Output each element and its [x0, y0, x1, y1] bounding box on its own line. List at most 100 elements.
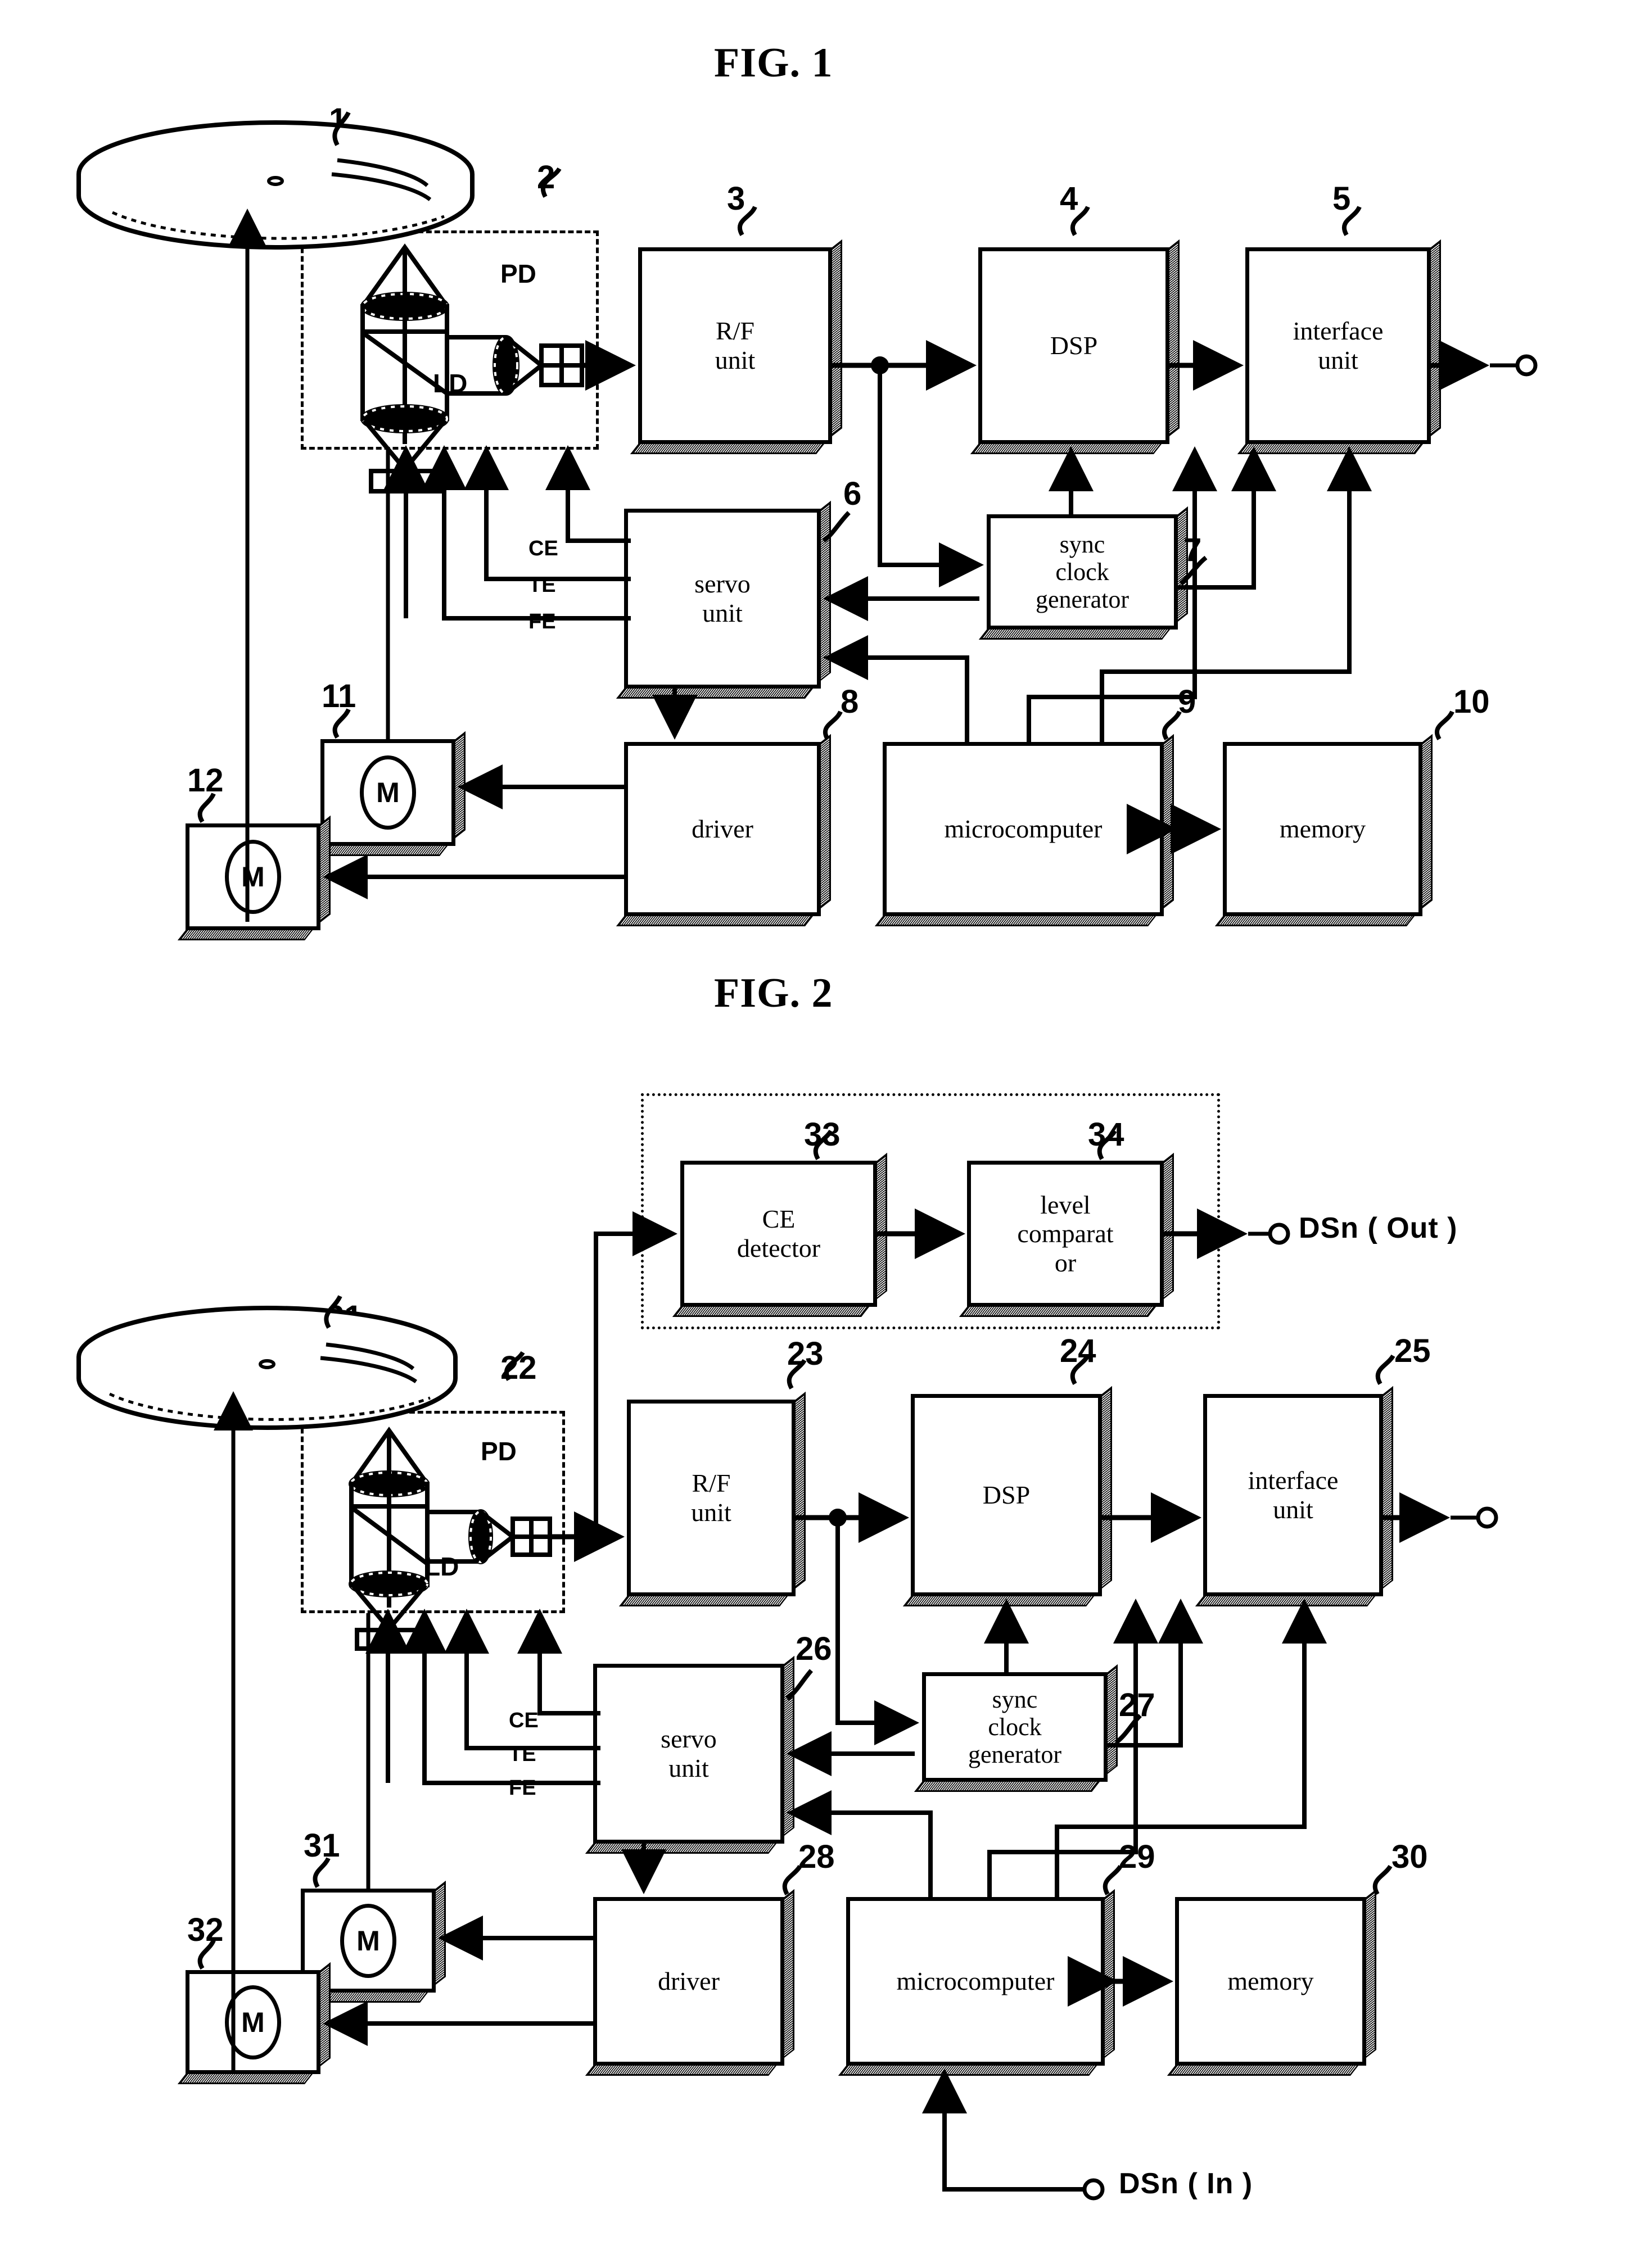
interface-unit-block-fig2[interactable]: interface unit [1203, 1394, 1383, 1596]
ref-number-11: 11 [322, 678, 356, 714]
interface-unit-block-fig1[interactable]: interface unit [1245, 247, 1431, 444]
driver-label: driver [658, 1967, 720, 1996]
level-comparator-line1: level [1040, 1190, 1091, 1219]
ref-number-34: 34 [1088, 1116, 1124, 1153]
microcomputer-block-fig2[interactable]: microcomputer [846, 1897, 1105, 2066]
microcomputer-block-fig1[interactable]: microcomputer [883, 742, 1164, 916]
rf-unit-line1: R/F [715, 316, 755, 346]
servo-unit-block-fig1[interactable]: servo unit [624, 509, 821, 689]
ref-number-21: 21 [326, 1299, 363, 1336]
rf-unit-line2: unit [715, 346, 756, 374]
ce-signal-label-fig2: CE [509, 1709, 539, 1732]
motor-12-label: M [241, 861, 265, 893]
ref-number-6: 6 [843, 476, 862, 512]
interface-unit-line1: interface [1293, 316, 1384, 346]
ref-number-29: 29 [1119, 1839, 1155, 1875]
ref-number-26: 26 [796, 1631, 832, 1667]
te-signal-label-fig2: TE [509, 1742, 536, 1766]
ref-number-33: 33 [804, 1116, 841, 1153]
ref-number-27: 27 [1119, 1687, 1155, 1723]
servo-unit-line2: unit [668, 1754, 709, 1782]
optical-disc-fig2 [76, 1306, 458, 1430]
servo-unit-line1: servo [661, 1724, 717, 1754]
patent-figure-page: FIG. 1 R/F unit DSP interface unit servo un… [0, 0, 1649, 2268]
dsp-block-fig2[interactable]: DSP [911, 1394, 1102, 1596]
servo-unit-line1: servo [694, 569, 751, 599]
motor-symbol: M [360, 755, 416, 830]
sync-clock-line1: sync [992, 1685, 1038, 1713]
motor-31-label: M [356, 1925, 380, 1957]
ref-number-12: 12 [187, 762, 224, 799]
motor-symbol: M [225, 840, 281, 914]
ref-number-10: 10 [1453, 683, 1490, 720]
ref-number-9: 9 [1178, 683, 1196, 720]
te-signal-label-fig1: TE [528, 573, 556, 597]
dsp-label: DSP [1050, 331, 1098, 360]
level-comparator-line2: comparat [1017, 1219, 1114, 1248]
motor-12-block-fig1[interactable]: M [186, 823, 320, 930]
interface-unit-line2: unit [1273, 1495, 1313, 1524]
ref-number-31: 31 [304, 1827, 340, 1864]
microcomputer-label: microcomputer [944, 814, 1103, 844]
optical-pickup-enclosure-fig2 [301, 1411, 565, 1613]
motor-32-block-fig2[interactable]: M [186, 1970, 320, 2074]
ce-detector-block-fig2[interactable]: CE detector [680, 1161, 877, 1307]
optical-disc-fig1 [76, 120, 475, 250]
servo-unit-block-fig2[interactable]: servo unit [593, 1664, 784, 1844]
rf-unit-block-fig1[interactable]: R/F unit [638, 247, 832, 444]
sync-clock-line3: generator [1035, 586, 1130, 614]
ce-detector-line2: detector [737, 1234, 821, 1262]
driver-block-fig1[interactable]: driver [624, 742, 821, 916]
microcomputer-label: microcomputer [896, 1967, 1055, 1996]
ref-number-22: 22 [500, 1350, 537, 1386]
ref-number-5: 5 [1332, 180, 1351, 217]
dsp-label: DSP [982, 1481, 1031, 1510]
optical-pickup-enclosure-fig1 [301, 230, 599, 450]
figure-1-title: FIG. 1 [714, 40, 833, 86]
driver-label: driver [692, 814, 753, 844]
ld-label-fig2: LD [424, 1552, 459, 1581]
ref-number-30: 30 [1392, 1839, 1428, 1875]
dsp-block-fig1[interactable]: DSP [978, 247, 1169, 444]
memory-block-fig1[interactable]: memory [1223, 742, 1422, 916]
ce-detector-line1: CE [762, 1205, 796, 1234]
rf-unit-block-fig2[interactable]: R/F unit [627, 1400, 796, 1596]
sync-clock-generator-block-fig2[interactable]: sync clock generator [922, 1672, 1108, 1782]
motor-symbol: M [225, 1985, 281, 2059]
sync-clock-line3: generator [968, 1741, 1062, 1769]
ref-number-32: 32 [187, 1912, 224, 1948]
rf-unit-line2: unit [691, 1498, 731, 1527]
memory-block-fig2[interactable]: memory [1175, 1897, 1366, 2066]
sync-clock-generator-block-fig1[interactable]: sync clock generator [987, 514, 1178, 630]
ref-number-28: 28 [798, 1839, 835, 1875]
fe-signal-label-fig2: FE [509, 1776, 536, 1800]
dsn-out-port-label: DSn ( Out ) [1299, 1212, 1458, 1244]
rf-unit-line1: R/F [692, 1469, 731, 1498]
ref-number-24: 24 [1060, 1333, 1096, 1369]
interface-unit-line1: interface [1248, 1466, 1339, 1495]
ld-label-fig1: LD [433, 369, 468, 398]
motor-11-block-fig1[interactable]: M [320, 739, 455, 846]
ref-number-7: 7 [1183, 532, 1202, 568]
ref-number-1: 1 [329, 102, 347, 138]
dsn-in-port-label: DSn ( In ) [1119, 2167, 1253, 2200]
ref-number-23: 23 [787, 1336, 824, 1372]
level-comparator-line3: or [1054, 1248, 1077, 1277]
ref-number-8: 8 [841, 683, 859, 720]
ce-signal-label-fig1: CE [528, 537, 558, 560]
motor-symbol: M [340, 1903, 396, 1978]
servo-unit-line2: unit [702, 599, 743, 627]
level-comparator-block-fig2[interactable]: level comparat or [967, 1161, 1164, 1307]
ref-number-4: 4 [1060, 180, 1078, 217]
fe-signal-label-fig1: FE [528, 610, 556, 633]
memory-label: memory [1279, 814, 1366, 844]
sync-clock-line2: clock [988, 1713, 1042, 1741]
pd-label-fig2: PD [481, 1437, 517, 1466]
ref-number-25: 25 [1394, 1333, 1431, 1369]
ref-number-3: 3 [727, 180, 746, 217]
driver-block-fig2[interactable]: driver [593, 1897, 784, 2066]
motor-11-label: M [376, 777, 400, 808]
figure-2-title: FIG. 2 [714, 970, 833, 1016]
pd-label-fig1: PD [500, 259, 536, 288]
ref-number-2: 2 [537, 159, 555, 196]
